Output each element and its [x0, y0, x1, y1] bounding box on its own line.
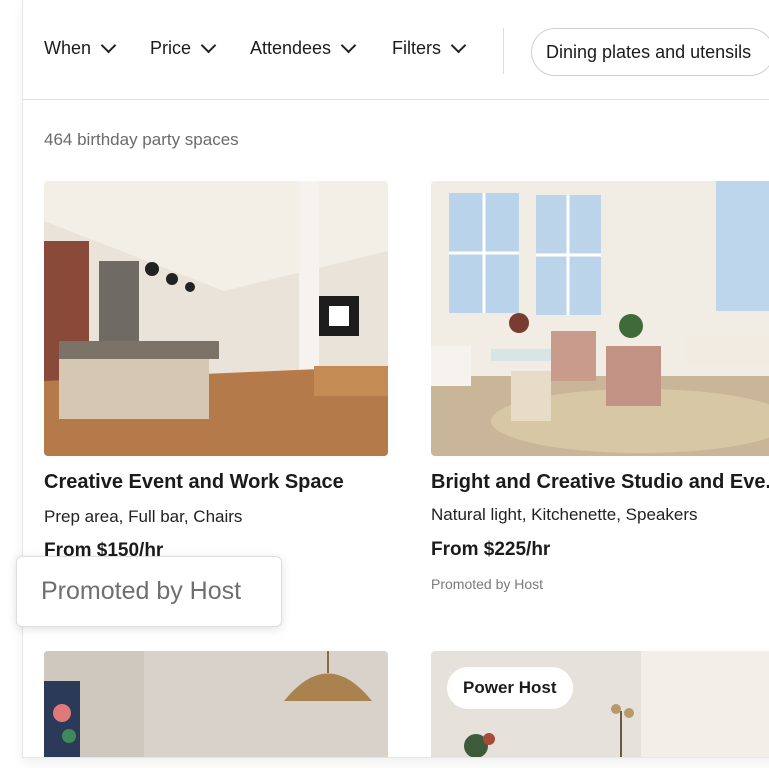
attendees-filter[interactable]: Attendees [250, 37, 357, 59]
chevron-down-icon [200, 37, 217, 54]
dining-plates-filter-pill[interactable]: Dining plates and utensils [531, 28, 769, 76]
when-filter[interactable]: When [44, 37, 117, 59]
price-filter-label: Price [150, 38, 192, 58]
listing-photo[interactable] [431, 181, 769, 456]
listing-title[interactable]: Creative Event and Work Space [44, 471, 344, 494]
pill-label: Dining plates and utensils [546, 41, 752, 62]
filters-dropdown[interactable]: Filters [392, 37, 467, 59]
listing-title[interactable]: Bright and Creative Studio and Eve... [431, 471, 769, 494]
chevron-down-icon [450, 37, 467, 54]
studio-photo [431, 181, 769, 456]
results-panel: When Price Attendees Filters Dining plat… [22, 0, 769, 758]
promoted-tooltip: Promoted by Host [16, 556, 282, 627]
listing-price: From $225/hr [431, 539, 551, 560]
power-host-badge: Power Host [447, 667, 573, 709]
listing-amenities: Natural light, Kitchenette, Speakers [431, 505, 698, 524]
chevron-down-icon [100, 37, 117, 54]
room-photo [44, 651, 388, 757]
event-space-photo [44, 181, 388, 456]
filters-dropdown-label: Filters [392, 38, 441, 58]
results-count: 464 birthday party spaces [44, 130, 239, 149]
listing-photo[interactable] [44, 181, 388, 456]
promoted-label: Promoted by Host [431, 576, 544, 592]
filter-divider [503, 28, 504, 74]
listing-photo[interactable]: Power Host [431, 651, 769, 757]
attendees-filter-label: Attendees [250, 38, 332, 58]
listing-amenities: Prep area, Full bar, Chairs [44, 507, 243, 526]
listing-photo[interactable] [44, 651, 388, 757]
filter-bar: When Price Attendees Filters Dining plat… [23, 0, 769, 100]
price-filter[interactable]: Price [150, 37, 217, 59]
when-filter-label: When [44, 38, 92, 58]
chevron-down-icon [340, 37, 357, 54]
